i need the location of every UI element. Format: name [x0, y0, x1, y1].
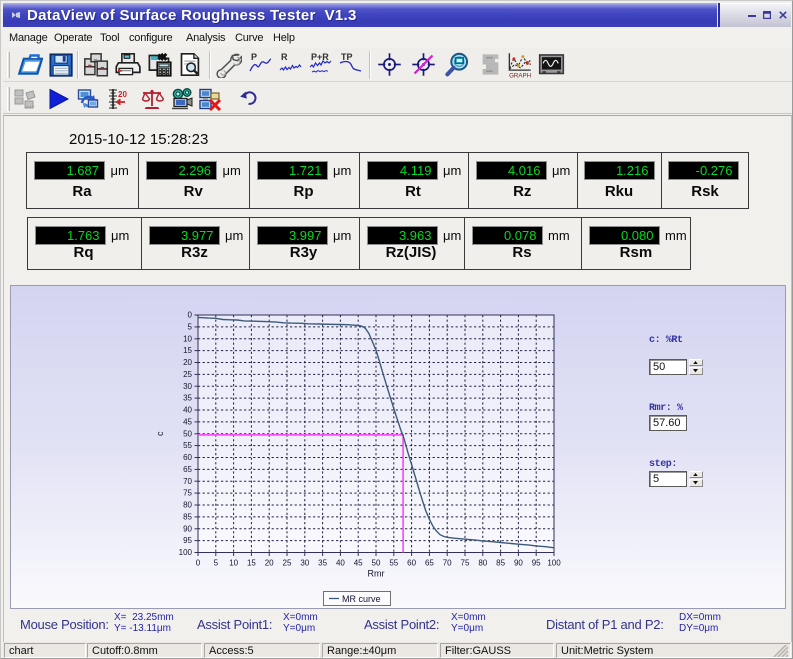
svg-text:50: 50 — [183, 429, 192, 438]
svg-text:GRAPH: GRAPH — [509, 72, 531, 78]
svg-text:65: 65 — [183, 465, 192, 474]
svg-text:20: 20 — [265, 559, 274, 568]
svg-text:15: 15 — [183, 346, 192, 355]
svg-text:100: 100 — [547, 559, 561, 568]
svg-text:75: 75 — [183, 489, 192, 498]
svg-text:100: 100 — [179, 548, 193, 557]
svg-text:30: 30 — [183, 382, 192, 391]
svg-text:P: P — [251, 52, 257, 62]
svg-text:30: 30 — [300, 559, 309, 568]
svg-text:85: 85 — [183, 513, 192, 522]
svg-text:55: 55 — [183, 441, 192, 450]
svg-text:75: 75 — [461, 559, 470, 568]
svg-text:35: 35 — [183, 394, 192, 403]
svg-text:60: 60 — [407, 559, 416, 568]
svg-text:5: 5 — [188, 323, 193, 332]
svg-text:0: 0 — [196, 559, 201, 568]
svg-text:55: 55 — [389, 559, 398, 568]
svg-text:90: 90 — [183, 524, 192, 533]
svg-text:25: 25 — [183, 370, 192, 379]
svg-text:40: 40 — [336, 559, 345, 568]
svg-text:80: 80 — [183, 501, 192, 510]
svg-text:25: 25 — [283, 559, 292, 568]
svg-text:10: 10 — [183, 334, 192, 343]
svg-text:10: 10 — [229, 559, 238, 568]
svg-text:P+R: P+R — [311, 52, 329, 62]
svg-text:80: 80 — [478, 559, 487, 568]
svg-text:5: 5 — [214, 559, 219, 568]
svg-text:Rmr: Rmr — [368, 569, 385, 579]
svg-text:0: 0 — [188, 311, 193, 320]
svg-text:95: 95 — [183, 536, 192, 545]
svg-text:c: c — [155, 431, 165, 436]
svg-text:95: 95 — [532, 559, 541, 568]
svg-text:90: 90 — [514, 559, 523, 568]
svg-text:35: 35 — [318, 559, 327, 568]
svg-text:70: 70 — [183, 477, 192, 486]
svg-text:TP: TP — [341, 52, 353, 62]
svg-text:15: 15 — [247, 559, 256, 568]
svg-text:85: 85 — [496, 559, 505, 568]
svg-text:20: 20 — [183, 358, 192, 367]
svg-text:MR curve: MR curve — [342, 594, 381, 604]
svg-text:45: 45 — [183, 418, 192, 427]
svg-text:65: 65 — [425, 559, 434, 568]
svg-text:70: 70 — [443, 559, 452, 568]
svg-text:50: 50 — [372, 559, 381, 568]
svg-text:20: 20 — [118, 90, 127, 99]
svg-text:45: 45 — [354, 559, 363, 568]
svg-text:R: R — [281, 52, 288, 62]
svg-text:40: 40 — [183, 406, 192, 415]
svg-text:60: 60 — [183, 453, 192, 462]
